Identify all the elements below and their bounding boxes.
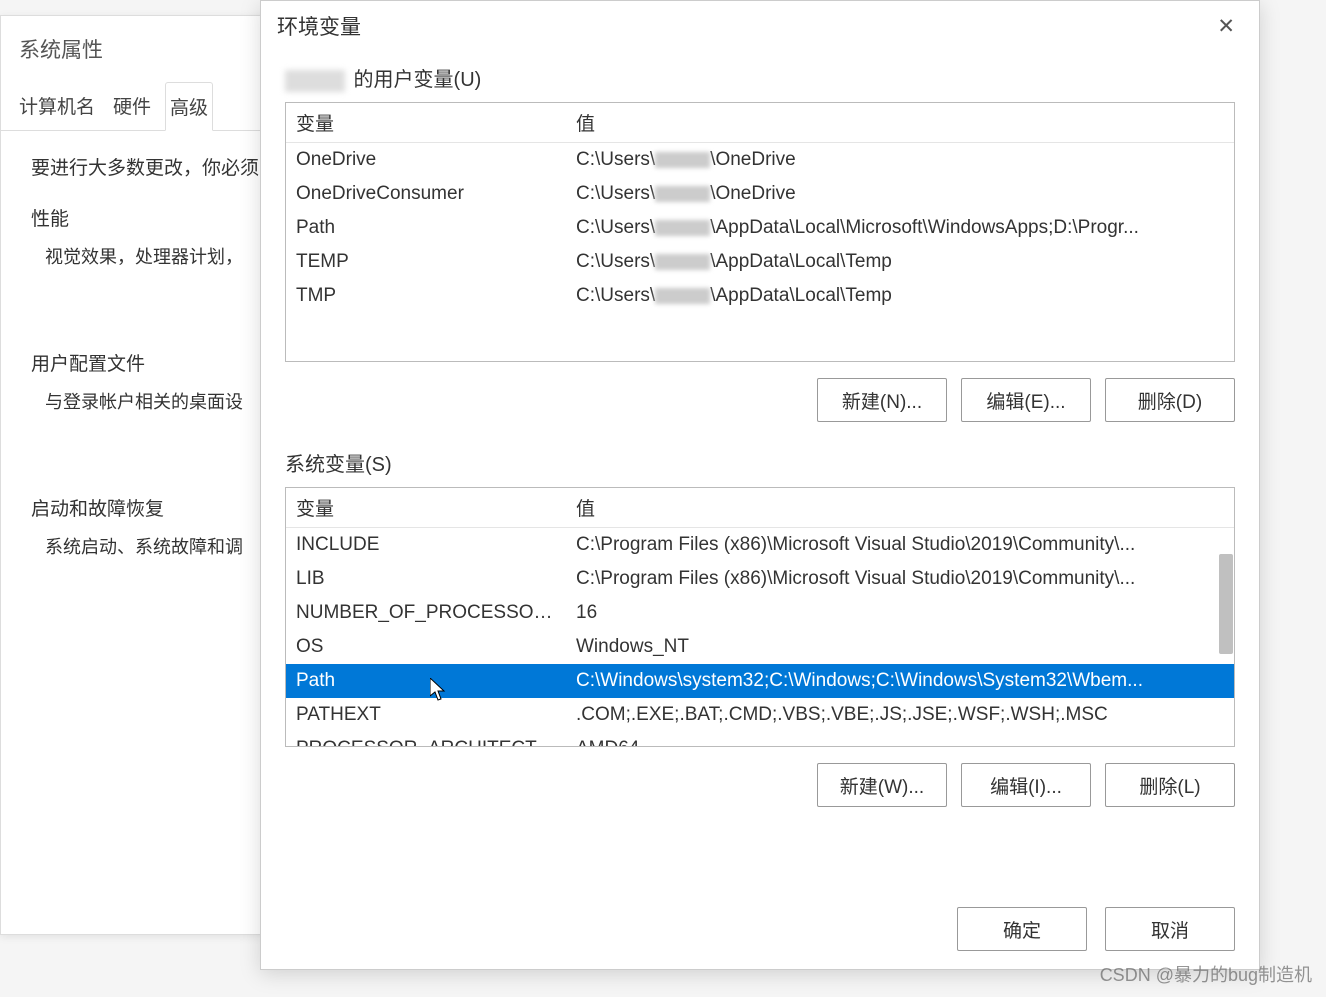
dialog-title: 环境变量 (277, 11, 361, 41)
user-new-button[interactable]: 新建(N)... (817, 378, 947, 422)
perf-desc: 视觉效果，处理器计划， (31, 231, 261, 269)
system-vars-list[interactable]: 变量 值 INCLUDEC:\Program Files (x86)\Micro… (285, 487, 1235, 747)
system-vars-header: 变量 值 (286, 488, 1234, 528)
var-value: 16 (566, 596, 1234, 630)
redacted-username (285, 70, 345, 92)
user-vars-header: 变量 值 (286, 103, 1234, 143)
var-name: OneDrive (286, 143, 566, 177)
var-value: C:\Users\\OneDrive (566, 177, 1234, 211)
var-value: C:\Windows\system32;C:\Windows;C:\Window… (566, 664, 1234, 698)
var-name: NUMBER_OF_PROCESSORS (286, 596, 566, 630)
user-vars-label: 的用户变量(U) (285, 63, 1235, 92)
environment-variables-dialog: 环境变量 ✕ 的用户变量(U) 变量 值 OneDriveC:\Users\\O… (260, 0, 1260, 970)
table-row[interactable]: OneDriveConsumerC:\Users\\OneDrive (286, 177, 1234, 211)
startup-label: 启动和故障恢复 (31, 494, 261, 521)
table-row[interactable]: TEMPC:\Users\\AppData\Local\Temp (286, 245, 1234, 279)
table-row[interactable]: OSWindows_NT (286, 630, 1234, 664)
tab-advanced[interactable]: 高级 (165, 82, 213, 131)
table-row[interactable]: NUMBER_OF_PROCESSORS16 (286, 596, 1234, 630)
sys-edit-button[interactable]: 编辑(I)... (961, 763, 1091, 807)
table-row[interactable]: LIBC:\Program Files (x86)\Microsoft Visu… (286, 562, 1234, 596)
var-value: Windows_NT (566, 630, 1234, 664)
sys-delete-button[interactable]: 删除(L) (1105, 763, 1235, 807)
var-name: OS (286, 630, 566, 664)
var-name: INCLUDE (286, 528, 566, 562)
var-name: PROCESSOR_ARCHITECTURE (286, 732, 566, 747)
table-row[interactable]: PathC:\Users\\AppData\Local\Microsoft\Wi… (286, 211, 1234, 245)
user-delete-button[interactable]: 删除(D) (1105, 378, 1235, 422)
perf-label: 性能 (31, 204, 261, 231)
system-properties-title: 系统属性 (1, 34, 279, 82)
system-vars-label: 系统变量(S) (285, 448, 1235, 477)
var-name: Path (286, 211, 566, 245)
close-icon[interactable]: ✕ (1209, 12, 1243, 41)
profile-desc: 与登录帐户相关的桌面设 (31, 376, 261, 414)
tab-computer-name[interactable]: 计算机名 (15, 82, 99, 130)
advanced-note: 要进行大多数更改，你必须 (31, 153, 261, 180)
var-name: LIB (286, 562, 566, 596)
table-row[interactable]: PROCESSOR_ARCHITECTUREAMD64 (286, 732, 1234, 747)
user-vars-list[interactable]: 变量 值 OneDriveC:\Users\\OneDriveOneDriveC… (285, 102, 1235, 362)
watermark: CSDN @暴力的bug制造机 (1100, 961, 1312, 987)
column-variable[interactable]: 变量 (286, 103, 566, 142)
column-variable[interactable]: 变量 (286, 488, 566, 527)
tabs-bar: 计算机名 硬件 高级 (1, 82, 279, 131)
startup-desc: 系统启动、系统故障和调 (31, 521, 261, 559)
table-row[interactable]: TMPC:\Users\\AppData\Local\Temp (286, 279, 1234, 313)
var-name: Path (286, 664, 566, 698)
sys-new-button[interactable]: 新建(W)... (817, 763, 947, 807)
user-edit-button[interactable]: 编辑(E)... (961, 378, 1091, 422)
column-value[interactable]: 值 (566, 488, 1234, 527)
var-value: C:\Program Files (x86)\Microsoft Visual … (566, 562, 1234, 596)
cancel-button[interactable]: 取消 (1105, 907, 1235, 951)
table-row[interactable]: PathC:\Windows\system32;C:\Windows;C:\Wi… (286, 664, 1234, 698)
ok-button[interactable]: 确定 (957, 907, 1087, 951)
var-value: .COM;.EXE;.BAT;.CMD;.VBS;.VBE;.JS;.JSE;.… (566, 698, 1234, 732)
var-value: C:\Users\\AppData\Local\Temp (566, 279, 1234, 313)
scrollbar-thumb[interactable] (1219, 554, 1233, 654)
system-properties-window: 系统属性 计算机名 硬件 高级 要进行大多数更改，你必须 性能 视觉效果，处理器… (0, 15, 280, 935)
var-name: TMP (286, 279, 566, 313)
var-name: PATHEXT (286, 698, 566, 732)
column-value[interactable]: 值 (566, 103, 1234, 142)
var-value: AMD64 (566, 732, 1234, 747)
profile-label: 用户配置文件 (31, 349, 261, 376)
var-value: C:\Program Files (x86)\Microsoft Visual … (566, 528, 1234, 562)
tab-hardware[interactable]: 硬件 (109, 82, 155, 130)
table-row[interactable]: OneDriveC:\Users\\OneDrive (286, 143, 1234, 177)
var-name: OneDriveConsumer (286, 177, 566, 211)
var-value: C:\Users\\AppData\Local\Microsoft\Window… (566, 211, 1234, 245)
var-value: C:\Users\\AppData\Local\Temp (566, 245, 1234, 279)
var-name: TEMP (286, 245, 566, 279)
table-row[interactable]: INCLUDEC:\Program Files (x86)\Microsoft … (286, 528, 1234, 562)
table-row[interactable]: PATHEXT.COM;.EXE;.BAT;.CMD;.VBS;.VBE;.JS… (286, 698, 1234, 732)
var-value: C:\Users\\OneDrive (566, 143, 1234, 177)
